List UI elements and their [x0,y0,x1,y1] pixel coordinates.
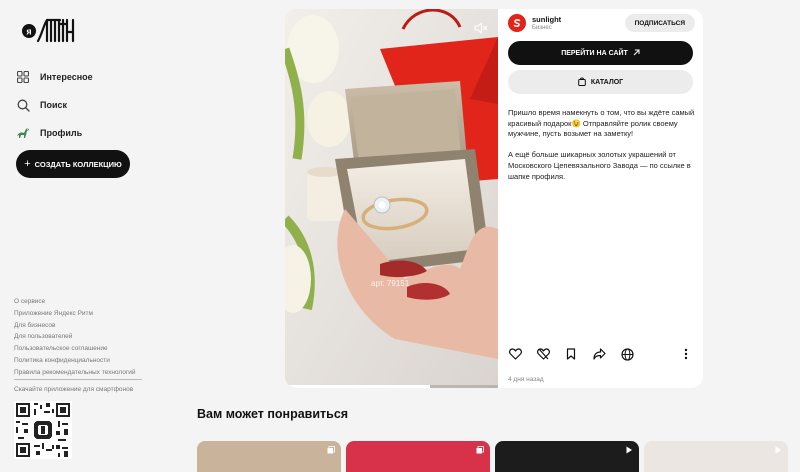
recommendation-tile[interactable] [644,441,788,472]
post-description: Пришло время намекнуть о том, что вы ждё… [508,108,696,182]
plus-icon: + [24,158,31,170]
search-icon [16,98,30,112]
post-card: арт. 79151 sunlight Бизнес ПОДПИСАТЬСЯ П… [285,9,703,388]
app-promo-text: Скачайте приложение для смартфонов [14,386,134,393]
collection-icon [327,446,335,454]
sidebar: я Интересное Поиск Профиль + СОЗДАТЬ КОЛ… [0,0,190,472]
create-collection-label: СОЗДАТЬ КОЛЛЕКЦИЮ [34,159,122,169]
recommendations-row [197,441,800,472]
recommendation-tile[interactable] [346,441,490,472]
nav-item-label: Интересное [40,72,93,82]
nav-item-label: Профиль [40,128,83,138]
footer-link-terms[interactable]: Пользовательское соглашение [14,343,136,355]
more-options-icon[interactable] [681,347,691,361]
footer-link-business[interactable]: Для бизнесов [14,320,136,332]
footer-link-recommendations[interactable]: Правила рекомендательных технологий [14,367,136,379]
bookmark-icon[interactable] [564,347,578,361]
speaker-muted-icon[interactable] [474,21,488,35]
page: я Интересное Поиск Профиль + СОЗДАТЬ КОЛ… [0,0,800,472]
nav-item-label: Поиск [40,100,68,110]
description-paragraph: Пришло время намекнуть о том, что вы ждё… [508,108,695,139]
subscribe-button[interactable]: ПОДПИСАТЬСЯ [624,14,695,32]
video-overlay-text: арт. 79151 [371,279,410,288]
share-icon[interactable] [592,347,606,361]
avatar[interactable] [508,14,526,32]
footer-divider [14,379,142,380]
play-icon [626,446,632,454]
footer-links: О сервисе Приложение Яндекс Ритм Для биз… [14,296,136,379]
grid-icon [16,70,30,84]
author-name[interactable]: sunlight [532,15,561,24]
recommendation-tile[interactable] [495,441,639,472]
external-arrow-icon [633,49,640,58]
nav-item-interesting[interactable]: Интересное [16,63,93,91]
broken-heart-icon[interactable] [536,347,550,361]
globe-icon[interactable] [620,347,634,361]
video-progress-bar[interactable] [285,385,498,388]
shopping-bag-icon [578,77,586,88]
description-paragraph: А ещё больше шикарных золотых украшений … [508,150,691,181]
qr-code[interactable] [14,401,72,459]
post-video[interactable]: арт. 79151 [285,9,498,388]
heart-icon[interactable] [508,347,522,361]
footer-link-about[interactable]: О сервисе [14,296,136,308]
collection-icon [476,446,484,454]
go-to-site-button[interactable]: ПЕРЕЙТИ НА САЙТ [508,41,693,65]
play-icon [775,446,781,454]
post-date: 4 дня назад [508,376,544,383]
go-to-site-label: ПЕРЕЙТИ НА САЙТ [561,49,628,57]
nav-item-profile[interactable]: Профиль [16,119,93,147]
footer-link-app[interactable]: Приложение Яндекс Ритм [14,308,136,320]
sidebar-nav: Интересное Поиск Профиль [16,63,93,147]
recommendations-title: Вам может понравиться [197,407,349,421]
footer-link-users[interactable]: Для пользователей [14,331,136,343]
video-progress-fill [285,385,430,388]
post-actions [508,347,648,361]
profile-dino-icon [16,126,30,140]
post-info: sunlight Бизнес ПОДПИСАТЬСЯ ПЕРЕЙТИ НА С… [498,9,703,388]
author-block[interactable]: sunlight Бизнес [508,14,561,32]
author-subtitle: Бизнес [532,24,552,31]
video-frame-image [285,9,498,388]
catalog-label: КАТАЛОГ [590,78,624,86]
svg-text:я: я [26,27,31,37]
create-collection-button[interactable]: + СОЗДАТЬ КОЛЛЕКЦИЮ [16,150,130,178]
nav-item-search[interactable]: Поиск [16,91,93,119]
catalog-button[interactable]: КАТАЛОГ [508,70,693,94]
recommendation-tile[interactable] [197,441,341,472]
footer-link-privacy[interactable]: Политика конфиденциальности [14,355,136,367]
yandex-ritm-logo[interactable]: я [20,14,80,48]
